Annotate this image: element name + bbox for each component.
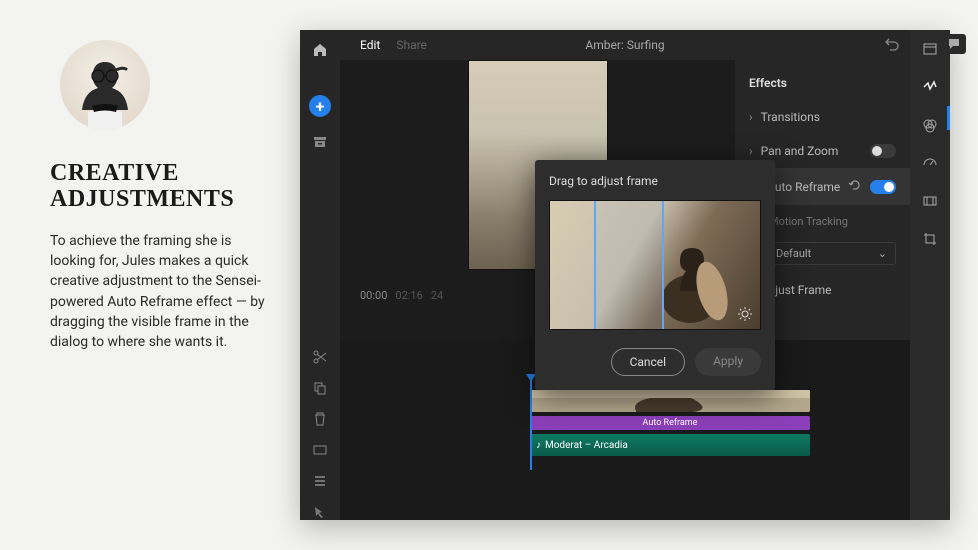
- timecode-current: 00:00: [360, 289, 387, 302]
- timecode-duration: 02:16: [395, 289, 422, 302]
- copy-icon[interactable]: [308, 379, 332, 396]
- chevron-right-icon: ›: [749, 110, 753, 124]
- add-button[interactable]: +: [308, 94, 332, 118]
- motion-tracking-select[interactable]: Default ⌄: [767, 242, 896, 265]
- effects-title: Effects: [735, 70, 910, 100]
- aspect-icon[interactable]: [919, 190, 941, 212]
- audio-track[interactable]: ♪ Moderat – Arcadia: [530, 434, 810, 456]
- chevron-down-icon: ⌄: [878, 247, 887, 260]
- persona-body: To achieve the framing she is looking fo…: [50, 231, 270, 353]
- adjust-frame-dialog: Drag to adjust frame Cancel Apply: [535, 160, 775, 390]
- meter-icon[interactable]: [919, 152, 941, 174]
- draggable-frame[interactable]: [594, 201, 664, 329]
- tool-rail: [300, 340, 340, 520]
- trash-icon[interactable]: [308, 410, 332, 427]
- audio-track-label: Moderat – Arcadia: [545, 440, 628, 451]
- apply-button[interactable]: Apply: [695, 348, 761, 376]
- gear-icon[interactable]: [736, 305, 754, 323]
- list-icon[interactable]: [308, 472, 332, 489]
- toggle-pan-zoom[interactable]: [870, 144, 896, 158]
- playhead[interactable]: [530, 380, 532, 470]
- tab-edit[interactable]: Edit: [360, 38, 380, 52]
- panel-icon[interactable]: [919, 38, 941, 60]
- undo-icon[interactable]: [884, 36, 900, 55]
- home-icon[interactable]: [308, 38, 332, 62]
- color-icon[interactable]: [919, 114, 941, 136]
- surfer-figure: [660, 229, 730, 329]
- app-window: + Edit Share Amber: Surfing 00:00: [300, 30, 950, 520]
- main-area: Edit Share Amber: Surfing 00:00 02:16 24: [340, 30, 910, 520]
- timecode-fps: 24: [431, 289, 443, 302]
- toggle-auto-reframe[interactable]: [870, 180, 896, 194]
- archive-icon[interactable]: [308, 130, 332, 154]
- tracks: Auto Reframe ♪ Moderat – Arcadia: [530, 390, 810, 460]
- active-indicator: [947, 106, 950, 130]
- crop-icon[interactable]: [919, 228, 941, 250]
- action-rail: [910, 30, 950, 520]
- frame-icon[interactable]: [308, 441, 332, 458]
- persona-title: CREATIVE ADJUSTMENTS: [50, 160, 270, 213]
- cancel-button[interactable]: Cancel: [611, 348, 686, 376]
- music-note-icon: ♪: [536, 440, 541, 451]
- avatar: [60, 40, 150, 130]
- video-track[interactable]: [530, 390, 810, 412]
- chevron-right-icon: ›: [749, 144, 753, 158]
- arrow-icon[interactable]: [308, 503, 332, 520]
- comment-icon[interactable]: [942, 34, 966, 54]
- fx-icon[interactable]: [919, 76, 941, 98]
- effects-transitions[interactable]: › Transitions: [735, 100, 910, 134]
- tab-share[interactable]: Share: [396, 38, 427, 52]
- dialog-image: [549, 200, 761, 330]
- topbar: Edit Share Amber: Surfing: [340, 30, 910, 60]
- scissors-icon[interactable]: [308, 348, 332, 365]
- dialog-title: Drag to adjust frame: [549, 174, 761, 188]
- persona-panel: CREATIVE ADJUSTMENTS To achieve the fram…: [0, 0, 300, 550]
- autoreframe-track[interactable]: Auto Reframe: [530, 416, 810, 430]
- reset-icon[interactable]: [848, 178, 862, 195]
- project-title: Amber: Surfing: [585, 38, 664, 52]
